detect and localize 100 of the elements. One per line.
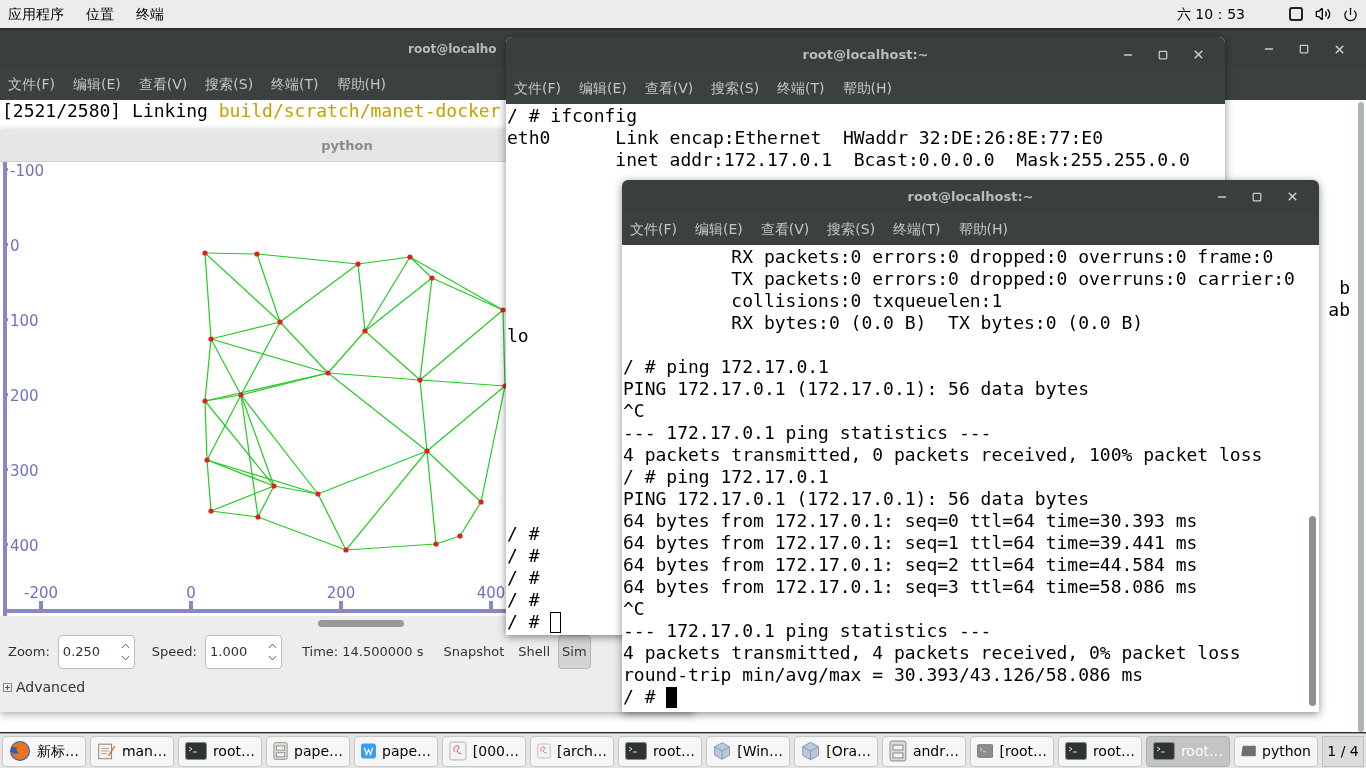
terminal-line: / # [507, 545, 540, 567]
terminal-line: / # [507, 523, 540, 545]
advanced-expander[interactable]: Advanced [3, 676, 86, 698]
taskbar-item[interactable]: [000… [442, 735, 526, 767]
taskbar-item[interactable]: [arch… [530, 735, 614, 767]
file-cabinet-icon [889, 740, 907, 762]
window-title: python [321, 136, 373, 155]
top-bar-menu[interactable]: 位置 [86, 3, 114, 25]
taskbar-item[interactable]: andr… [882, 735, 966, 767]
axis-tick-label: -200 [24, 585, 58, 601]
menu-item[interactable]: 文件(F) [514, 77, 561, 99]
terminal-line: 64 bytes from 172.17.0.1: seq=2 ttl=64 time=44.584 ms [623, 554, 1198, 576]
terminal-line: collisions:0 txqueuelen:1 [730, 290, 1003, 312]
taskbar-item[interactable]: [Win… [706, 735, 790, 767]
menu-item[interactable]: 查看(V) [138, 73, 188, 95]
terminal-icon [185, 742, 207, 760]
notepad-pencil-icon [97, 740, 116, 762]
cube-icon [713, 740, 732, 762]
document-icon [449, 740, 467, 762]
menu-item[interactable]: 搜索(S) [711, 77, 760, 99]
window-switcher-icon[interactable] [1289, 7, 1303, 21]
terminal-text: b [1339, 277, 1350, 299]
workspace-indicator[interactable]: 1 / 4 [1322, 735, 1364, 767]
writer-icon [361, 740, 377, 762]
scrollbar[interactable] [1309, 516, 1316, 706]
terminal-line: ^C [623, 598, 645, 620]
terminal-line: --- 172.17.0.1 ping statistics --- [623, 620, 992, 642]
terminal-icon [625, 742, 647, 760]
menu-item[interactable]: 查看(V) [760, 218, 810, 240]
terminal-line: RX packets:0 errors:0 dropped:0 overruns:0 frame:0 [730, 246, 1274, 268]
terminal-line: / # ping 172.17.0.1 [623, 356, 829, 378]
taskbar-item[interactable]: root… [1058, 735, 1142, 767]
terminal-line: lo [507, 325, 529, 347]
terminal-icon [977, 742, 994, 760]
taskbar-item[interactable]: man… [90, 735, 174, 767]
taskbar-item[interactable]: root… [618, 735, 702, 767]
terminal-line: 64 bytes from 172.17.0.1: seq=3 ttl=64 time=58.086 ms [623, 576, 1198, 598]
terminal-line: 64 bytes from 172.17.0.1: seq=1 ttl=64 time=39.441 ms [623, 532, 1198, 554]
taskbar-item[interactable]: [Ora… [794, 735, 878, 767]
speed-spinner[interactable]: 1.000 [205, 635, 282, 669]
taskbar-item[interactable]: [root… [970, 735, 1054, 767]
menu-item[interactable]: 编辑(E) [579, 77, 627, 99]
menu-item[interactable]: 终端(T) [777, 77, 825, 99]
menu-item[interactable]: 编辑(E) [695, 218, 743, 240]
window-title: root@localhost:~ [907, 187, 1034, 206]
terminal-line: 4 packets transmitted, 4 packets received, 0% packet loss [623, 642, 1241, 664]
axis-tick-label: 400 [476, 585, 506, 601]
axis-tick-label: 100 [10, 313, 39, 329]
menu-item[interactable]: 帮助(H) [336, 73, 387, 95]
terminal-text: ab [1328, 299, 1350, 321]
terminal-line: PING 172.17.0.1 (172.17.0.1): 56 data bytes [623, 488, 1089, 510]
terminal-line: TX packets:0 errors:0 dropped:0 overruns:0 carrier:0 [730, 268, 1295, 290]
scrollbar[interactable] [318, 619, 404, 627]
taskbar-item[interactable]: pape… [266, 735, 350, 767]
maximize-icon [1158, 49, 1168, 60]
axis-tick-label: 0 [186, 585, 196, 601]
taskbar-item[interactable]: pape… [354, 735, 438, 767]
terminal-line: / # [507, 567, 540, 589]
axis-tick-label: 400 [10, 538, 39, 554]
axis-tick-label: 300 [10, 463, 39, 479]
menu-item[interactable]: 终端(T) [893, 218, 941, 240]
terminal-line: / # ifconfig [507, 105, 638, 127]
menu-item[interactable]: 文件(F) [630, 218, 677, 240]
cube-icon [801, 740, 821, 762]
axis-tick-label: 200 [10, 388, 39, 404]
taskbar-item[interactable]: 新标… [2, 735, 86, 767]
top-bar-menu[interactable]: 应用程序 [8, 3, 64, 25]
clock[interactable]: 六 10：53 [1176, 3, 1245, 25]
terminal-line: / # [507, 611, 541, 633]
close-icon [1192, 48, 1205, 61]
terminal-icon [1153, 742, 1175, 760]
axis-tick-label: 200 [326, 585, 356, 601]
terminal-line: PING 172.17.0.1 (172.17.0.1): 56 data bytes [623, 378, 1089, 400]
top-bar-menu[interactable]: 终端 [136, 3, 164, 25]
scrollbar[interactable] [1358, 100, 1366, 732]
maximize-icon [1299, 44, 1309, 54]
taskbar-item[interactable]: root… [178, 735, 262, 767]
menu-item[interactable]: 文件(F) [8, 73, 55, 95]
volume-icon[interactable] [1315, 6, 1331, 22]
menu-item[interactable]: 编辑(E) [73, 73, 121, 95]
axis-tick-label: 0 [10, 238, 20, 254]
window-title: root@localhost:~ [802, 45, 929, 64]
menu-item[interactable]: 帮助(H) [958, 218, 1009, 240]
time-readout: Time: 14.500000 s [302, 643, 424, 662]
toolbar-button[interactable]: Shell [512, 635, 557, 669]
zoom-spinner[interactable]: 0.250 [57, 635, 135, 669]
menu-item[interactable]: 搜索(S) [827, 218, 876, 240]
terminal-line: / # [623, 686, 657, 708]
terminal-line: eth0 Link encap:Ethernet HWaddr 32:DE:26:8E:77:E0 [507, 127, 1104, 149]
menu-item[interactable]: 终端(T) [271, 73, 319, 95]
menu-item[interactable]: 查看(V) [644, 77, 694, 99]
close-icon [1333, 42, 1346, 56]
taskbar-item[interactable]: python [1234, 735, 1318, 767]
toolbar-button[interactable]: Sim [558, 635, 591, 669]
power-icon[interactable] [1343, 6, 1358, 22]
menu-item[interactable]: 搜索(S) [205, 73, 254, 95]
toolbar-button[interactable]: Snapshot [437, 635, 511, 669]
terminal-line: inet addr:172.17.0.1 Bcast:0.0.0.0 Mask:255.255.0.0 [614, 149, 1190, 171]
globe-fox-icon [9, 740, 31, 762]
menu-item[interactable]: 帮助(H) [842, 77, 893, 99]
